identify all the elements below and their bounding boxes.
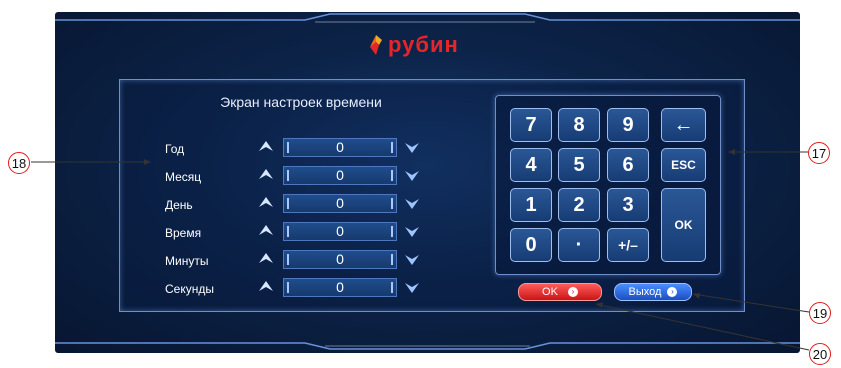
chevron-right-icon: ›: [667, 287, 678, 297]
time-up-arrow-icon[interactable]: [258, 224, 274, 236]
row-label-minutes: Минуты: [165, 254, 209, 268]
callout-17: 17: [808, 142, 830, 164]
key-4[interactable]: 4: [510, 148, 552, 182]
callout-19: 19: [809, 302, 831, 324]
minutes-up-arrow-icon[interactable]: [258, 252, 274, 264]
key-0[interactable]: 0: [510, 228, 552, 262]
key-ok[interactable]: OK: [661, 188, 706, 262]
brand-logo: рубин: [368, 32, 459, 58]
key-6[interactable]: 6: [607, 148, 649, 182]
key-plus-minus[interactable]: +/–: [607, 228, 649, 262]
key-7[interactable]: 7: [510, 108, 552, 142]
time-down-arrow-icon[interactable]: [404, 226, 420, 238]
minutes-down-arrow-icon[interactable]: [404, 254, 420, 266]
exit-button[interactable]: Выход ›: [614, 283, 692, 301]
key-5[interactable]: 5: [558, 148, 600, 182]
row-label-time: Время: [165, 226, 202, 240]
row-label-year: Год: [165, 142, 185, 156]
chevron-right-icon: ›: [567, 287, 578, 297]
year-up-arrow-icon[interactable]: [258, 140, 274, 152]
day-up-arrow-icon[interactable]: [258, 196, 274, 208]
key-dot[interactable]: ·: [558, 228, 600, 262]
ok-button[interactable]: OK ›: [518, 283, 602, 301]
row-label-seconds: Секунды: [165, 282, 214, 296]
seconds-up-arrow-icon[interactable]: [258, 280, 274, 292]
key-backspace[interactable]: ←: [661, 108, 706, 142]
key-9[interactable]: 9: [607, 108, 649, 142]
seconds-field[interactable]: 0: [283, 278, 397, 297]
callout-18: 18: [8, 152, 30, 174]
day-field[interactable]: 0: [283, 194, 397, 213]
key-2[interactable]: 2: [558, 188, 600, 222]
row-label-day: День: [165, 198, 193, 212]
month-down-arrow-icon[interactable]: [404, 170, 420, 182]
row-label-month: Месяц: [165, 170, 202, 184]
brand-name: рубин: [388, 32, 459, 57]
month-field[interactable]: 0: [283, 166, 397, 185]
key-1[interactable]: 1: [510, 188, 552, 222]
ok-button-label: OK: [542, 286, 558, 298]
seconds-down-arrow-icon[interactable]: [404, 282, 420, 294]
day-down-arrow-icon[interactable]: [404, 198, 420, 210]
panel-title: Экран настроек времени: [220, 94, 382, 110]
key-3[interactable]: 3: [607, 188, 649, 222]
time-field[interactable]: 0: [283, 222, 397, 241]
minutes-field[interactable]: 0: [283, 250, 397, 269]
year-down-arrow-icon[interactable]: [404, 142, 420, 154]
rubin-logo-icon: [370, 35, 382, 55]
callout-20: 20: [809, 343, 831, 365]
month-up-arrow-icon[interactable]: [258, 168, 274, 180]
year-field[interactable]: 0: [283, 138, 397, 157]
key-esc[interactable]: ESC: [661, 148, 706, 182]
key-8[interactable]: 8: [558, 108, 600, 142]
exit-button-label: Выход: [628, 286, 662, 298]
